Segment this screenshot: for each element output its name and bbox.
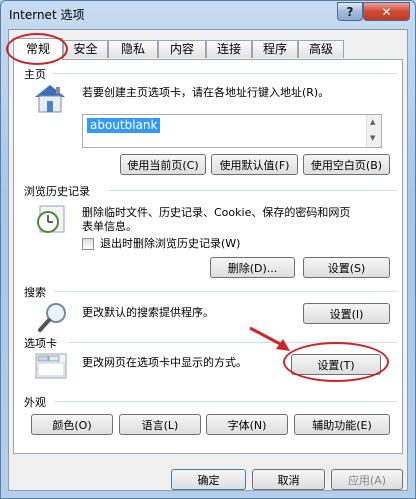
tabs-settings-button[interactable]: 设置(T) (291, 354, 381, 375)
ok-button[interactable]: 确定 (171, 469, 246, 490)
history-group-label: 浏览历史记录 (24, 185, 90, 198)
home-description: 若要创建主页选项卡，请在各地址行键入地址(R)。 (82, 86, 330, 99)
delete-history-button[interactable]: 删除(D)... (210, 257, 295, 278)
tab-privacy[interactable]: 隐私 (108, 40, 158, 58)
colors-button[interactable]: 颜色(O) (31, 414, 113, 435)
internet-options-dialog: Internet 选项 ? ✕ 常规 安全 隐私 内容 连接 程序 高级 主页 … (0, 0, 416, 499)
search-settings-button[interactable]: 设置(I) (303, 303, 390, 324)
url-scrollbar[interactable]: ▲ ▼ (366, 115, 381, 147)
cancel-button[interactable]: 取消 (252, 469, 325, 490)
tab-general[interactable]: 常规 (13, 38, 63, 60)
help-button[interactable]: ? (337, 2, 363, 21)
title-bar[interactable]: Internet 选项 ? ✕ (1, 1, 415, 29)
window-title: Internet 选项 (9, 8, 85, 22)
history-group-divider (109, 190, 397, 191)
use-current-button[interactable]: 使用当前页(C) (120, 154, 206, 175)
delete-on-exit-checkbox[interactable] (82, 238, 94, 250)
scroll-up-icon[interactable]: ▲ (370, 118, 375, 126)
history-clock-icon (37, 205, 65, 233)
home-url-value: aboutblank (87, 118, 161, 133)
dialog-client-area: 常规 安全 隐私 内容 连接 程序 高级 主页 若要创建主页选项卡，请在各地址行… (6, 29, 408, 491)
use-blank-button[interactable]: 使用空白页(B) (303, 154, 390, 175)
tab-content[interactable]: 内容 (158, 40, 206, 58)
home-group-divider (52, 73, 397, 74)
search-group-label: 搜索 (24, 286, 46, 299)
red-arrow-icon (249, 326, 290, 351)
apply-button[interactable]: 应用(A) (331, 469, 403, 490)
history-description-line2: 表单信息。 (82, 220, 137, 233)
house-icon (35, 85, 65, 113)
tab-advanced[interactable]: 高级 (298, 40, 344, 58)
general-tab-panel: 主页 若要创建主页选项卡，请在各地址行键入地址(R)。 aboutblank ▲… (13, 59, 403, 454)
tabs-description: 更改网页在选项卡中显示的方式。 (82, 356, 247, 369)
use-default-button[interactable]: 使用默认值(F) (211, 154, 298, 175)
tabs-group-divider (69, 342, 397, 343)
languages-button[interactable]: 语言(L) (119, 414, 201, 435)
appearance-group-divider (54, 401, 397, 402)
home-url-textarea[interactable]: aboutblank ▲ ▼ (82, 114, 382, 148)
delete-on-exit-label: 退出时删除浏览历史记录(W) (100, 237, 241, 250)
scroll-down-icon[interactable]: ▼ (370, 134, 375, 142)
home-group-label: 主页 (24, 68, 46, 81)
browser-tabs-icon (35, 353, 67, 379)
search-group-divider (54, 291, 397, 292)
tabs-group-label: 选项卡 (24, 337, 57, 350)
history-settings-button[interactable]: 设置(S) (303, 257, 390, 278)
tab-programs[interactable]: 程序 (252, 40, 298, 58)
tab-security[interactable]: 安全 (63, 40, 108, 58)
magnifier-icon (38, 303, 66, 332)
history-description-line1: 删除临时文件、历史记录、Cookie、保存的密码和网页 (82, 206, 351, 219)
tab-connections[interactable]: 连接 (206, 40, 252, 58)
search-description: 更改默认的搜索提供程序。 (82, 306, 214, 319)
fonts-button[interactable]: 字体(N) (206, 414, 288, 435)
close-button[interactable]: ✕ (363, 2, 410, 21)
accessibility-button[interactable]: 辅助功能(E) (294, 414, 390, 435)
appearance-group-label: 外观 (24, 396, 46, 409)
